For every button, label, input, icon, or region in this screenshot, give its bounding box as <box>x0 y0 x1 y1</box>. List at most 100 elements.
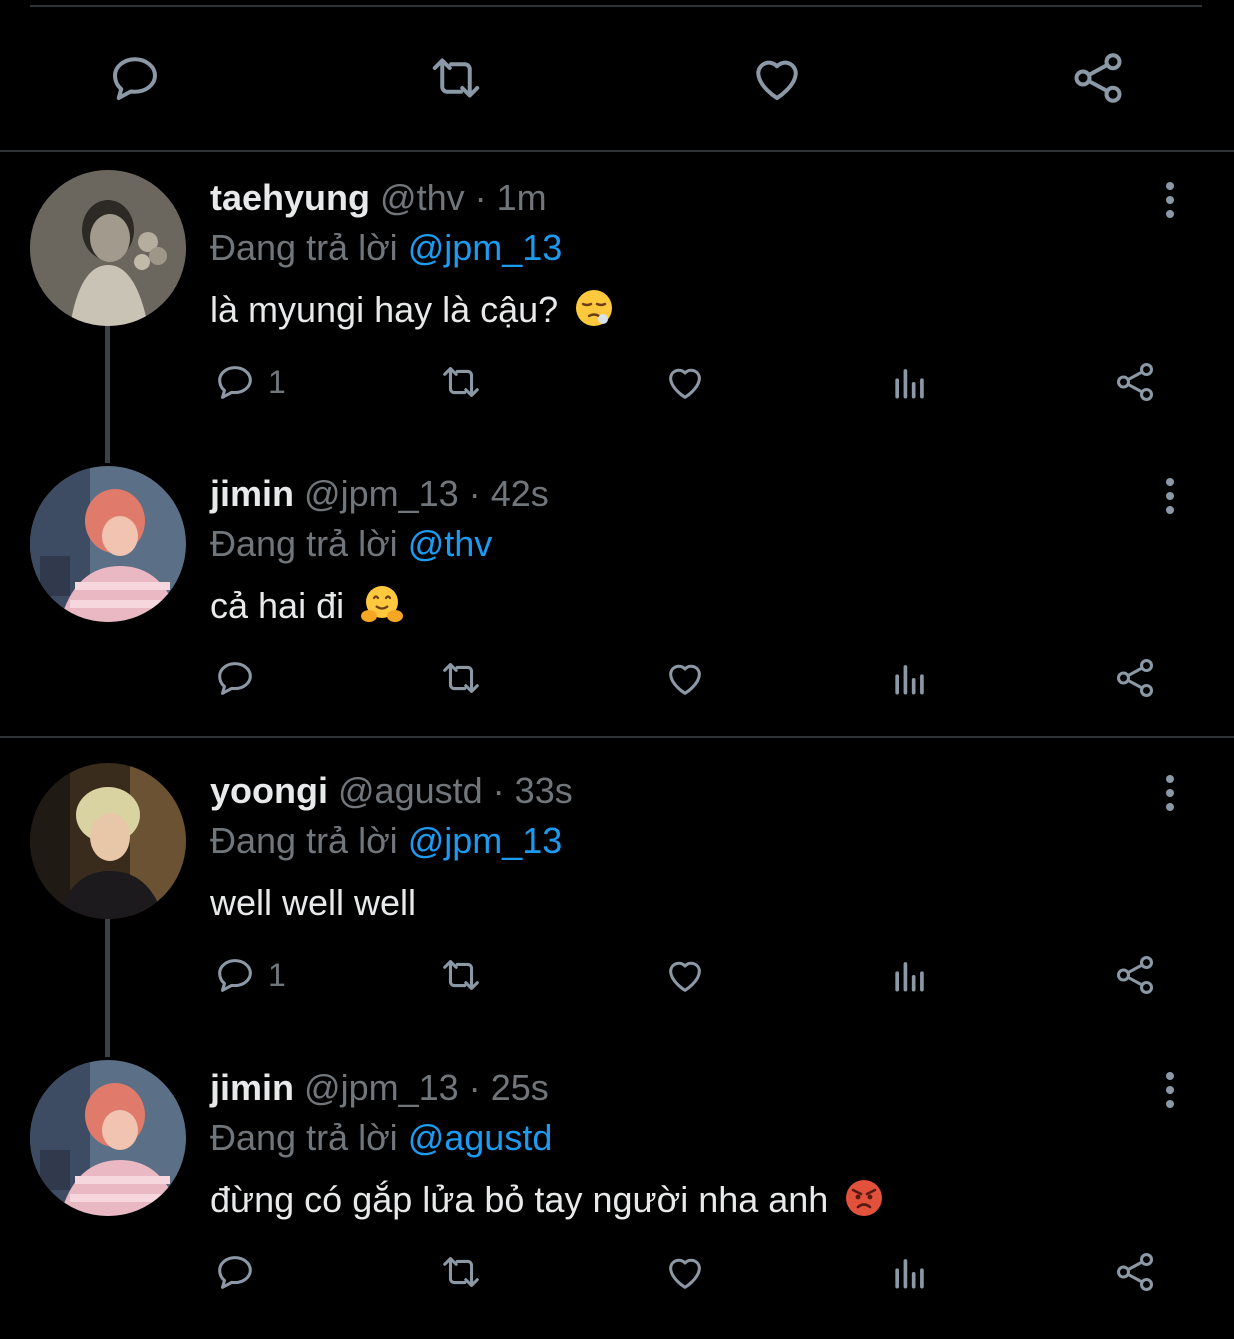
share-button[interactable] <box>1112 1242 1158 1302</box>
more-options-icon[interactable] <box>1150 178 1190 222</box>
divider <box>0 736 1234 738</box>
share-button[interactable] <box>1112 945 1158 1005</box>
replying-to: Đang trả lời @agustd <box>210 1116 552 1160</box>
share-button[interactable] <box>1112 352 1158 412</box>
reply-prefix: Đang trả lời <box>210 227 398 268</box>
reply-mention[interactable]: @thv <box>408 523 493 564</box>
more-options-icon[interactable] <box>1150 1068 1190 1112</box>
retweet-icon <box>443 367 479 397</box>
timestamp[interactable]: 33s <box>515 770 573 811</box>
retweet-icon <box>443 960 479 990</box>
more-options-icon[interactable] <box>1150 771 1190 815</box>
tweet-actions: 1 <box>0 352 1234 412</box>
like-icon <box>669 368 701 399</box>
separator-dot: · <box>492 770 505 811</box>
separator-dot: · <box>474 177 487 218</box>
reply-icon <box>218 959 252 992</box>
tweet-actions <box>0 1242 1234 1302</box>
like-icon <box>669 664 701 695</box>
separator-dot: · <box>468 1067 481 1108</box>
hugging-face-emoji-icon <box>360 584 404 624</box>
reply-icon <box>218 1256 252 1289</box>
tweet-body: well well well <box>210 882 417 923</box>
tweet-text: là myungi hay là cậu? <box>210 288 614 332</box>
tweet-header: taehyung @thv · 1m <box>210 176 547 220</box>
user-handle[interactable]: @jpm_13 <box>304 1067 459 1108</box>
reply-mention[interactable]: @jpm_13 <box>408 820 563 861</box>
user-handle[interactable]: @thv <box>380 177 465 218</box>
avatar[interactable] <box>30 1060 186 1216</box>
retweet-icon <box>443 663 479 693</box>
tweet-text: well well well <box>210 881 416 925</box>
reply-mention[interactable]: @agustd <box>408 1117 553 1158</box>
reply-button[interactable]: 1 <box>212 352 286 412</box>
tweet-body: đừng có gắp lửa bỏ tay người nha anh <box>210 1179 829 1220</box>
retweet-button[interactable] <box>436 648 486 708</box>
tweet[interactable]: jimin @jpm_13 · 42s Đang trả lời @thv cả… <box>0 448 1234 745</box>
like-button[interactable] <box>662 352 708 412</box>
share-icon <box>1116 956 1154 994</box>
like-button[interactable] <box>662 945 708 1005</box>
retweet-button[interactable] <box>436 1242 486 1302</box>
analytics-button[interactable] <box>888 945 932 1005</box>
tweet-actions: 1 <box>0 945 1234 1005</box>
avatar[interactable] <box>30 170 186 326</box>
analytics-icon <box>895 1259 924 1289</box>
reply-count: 1 <box>268 956 286 993</box>
reply-count: 1 <box>268 363 286 400</box>
tweet-text: cả hai đi <box>210 584 404 628</box>
analytics-button[interactable] <box>888 648 932 708</box>
display-name[interactable]: taehyung <box>210 177 370 218</box>
share-icon[interactable] <box>1068 48 1128 108</box>
tweet-actions <box>0 648 1234 708</box>
main-tweet-actions <box>0 0 1234 150</box>
share-icon <box>1116 659 1154 697</box>
replying-to: Đang trả lời @jpm_13 <box>210 819 562 863</box>
analytics-button[interactable] <box>888 1242 932 1302</box>
reply-icon <box>218 662 252 695</box>
tweet-text: đừng có gắp lửa bỏ tay người nha anh <box>210 1178 884 1222</box>
avatar[interactable] <box>30 763 186 919</box>
share-button[interactable] <box>1112 648 1158 708</box>
like-icon[interactable] <box>747 48 807 108</box>
replying-to: Đang trả lời @jpm_13 <box>210 226 562 270</box>
timestamp[interactable]: 42s <box>491 473 549 514</box>
reply-button[interactable]: 1 <box>212 945 286 1005</box>
tweet[interactable]: taehyung @thv · 1m Đang trả lời @jpm_13 … <box>0 152 1234 449</box>
analytics-icon <box>895 665 924 695</box>
reply-icon[interactable] <box>105 48 165 108</box>
display-name[interactable]: yoongi <box>210 770 328 811</box>
reply-mention[interactable]: @jpm_13 <box>408 227 563 268</box>
tweet-header: yoongi @agustd · 33s <box>210 769 573 813</box>
like-icon <box>669 961 701 992</box>
pensive-face-emoji-icon <box>574 288 614 328</box>
user-handle[interactable]: @jpm_13 <box>304 473 459 514</box>
reply-icon <box>218 366 252 399</box>
tweet[interactable]: yoongi @agustd · 33s Đang trả lời @jpm_1… <box>0 745 1234 1042</box>
retweet-button[interactable] <box>436 352 486 412</box>
tweet-body: cả hai đi <box>210 585 345 626</box>
display-name[interactable]: jimin <box>210 473 294 514</box>
like-button[interactable] <box>662 648 708 708</box>
display-name[interactable]: jimin <box>210 1067 294 1108</box>
tweet-header: jimin @jpm_13 · 25s <box>210 1066 549 1110</box>
tweet[interactable]: jimin @jpm_13 · 25s Đang trả lời @agustd… <box>0 1042 1234 1339</box>
avatar[interactable] <box>30 466 186 622</box>
reply-prefix: Đang trả lời <box>210 820 398 861</box>
more-options-icon[interactable] <box>1150 474 1190 518</box>
timestamp[interactable]: 25s <box>491 1067 549 1108</box>
like-button[interactable] <box>662 1242 708 1302</box>
user-handle[interactable]: @agustd <box>338 770 483 811</box>
tweet-header: jimin @jpm_13 · 42s <box>210 472 549 516</box>
share-icon <box>1116 1253 1154 1291</box>
timestamp[interactable]: 1m <box>497 177 547 218</box>
retweet-button[interactable] <box>436 945 486 1005</box>
retweet-icon <box>443 1257 479 1287</box>
reply-button[interactable] <box>212 648 268 708</box>
analytics-button[interactable] <box>888 352 932 412</box>
reply-prefix: Đang trả lời <box>210 523 398 564</box>
retweet-icon[interactable] <box>426 48 486 108</box>
separator-dot: · <box>468 473 481 514</box>
analytics-icon <box>895 369 924 399</box>
reply-button[interactable] <box>212 1242 268 1302</box>
